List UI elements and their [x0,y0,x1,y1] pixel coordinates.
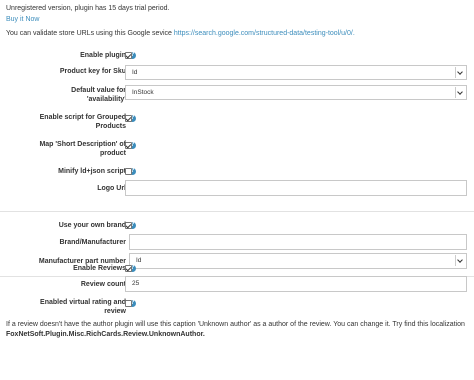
validate-link[interactable]: https://search.google.com/structured-dat… [174,30,355,37]
grouped-label-line1: Enable script for Grouped [39,114,126,121]
short-desc-label-line2: product [99,150,126,157]
virtual-rating-checkbox[interactable] [125,300,132,307]
minify-checkbox[interactable] [125,168,132,175]
footer-text: If a review doesn't have the author plug… [6,321,465,328]
short-desc-label-line1: Map 'Short Description' of [39,141,126,148]
author-caption-note: If a review doesn't have the author plug… [6,320,472,340]
grouped-label-line2: Products [95,123,126,130]
enable-grouped-checkbox[interactable] [125,115,132,122]
availability-label-line2: 'availability' [86,96,126,103]
footer-localization-key: FoxNetSoft.Plugin.Misc.RichCards.Review.… [6,331,205,338]
enable-reviews-label: Enable Reviews [73,265,126,272]
enable-plugin-checkbox[interactable] [125,52,132,59]
brand-manufacturer-label: Brand/Manufacturer [59,239,126,246]
product-key-value: Id [132,69,138,76]
row-virtual-rating: Enabled virtual rating and review ? [0,298,474,315]
virtual-rating-label-line1: Enabled virtual rating and [40,299,126,306]
row-enable-grouped: Enable script for Grouped Products ? [0,112,474,130]
availability-label-line1: Default value for [71,87,126,94]
map-short-desc-checkbox[interactable] [125,142,132,149]
validate-text: You can validate store URLs using this G… [6,30,172,37]
own-brand-label: Use your own brand [58,222,126,229]
buy-now-link[interactable]: Buy it Now [6,16,39,23]
review-count-label: Review count [80,281,126,288]
row-enable-plugin: Enable plugin ? [0,49,474,65]
chevron-down-icon [455,87,465,98]
logo-url-input[interactable] [125,180,467,196]
product-key-select[interactable]: Id [125,65,467,80]
enable-reviews-checkbox[interactable] [125,265,132,272]
trial-notice: Unregistered version, plugin has 15 days… [6,5,170,12]
row-map-short-desc: Map 'Short Description' of product ? [0,139,474,157]
chevron-down-icon [455,67,465,78]
logo-url-label: Logo Url [97,185,126,192]
product-key-label: Product key for Sku [59,68,126,75]
availability-select[interactable]: InStock [125,85,467,100]
brand-manufacturer-input[interactable] [129,234,467,250]
section-divider [0,211,474,212]
availability-value: InStock [132,89,154,96]
virtual-rating-label-line2: review [104,308,126,315]
minify-label: Minify ld+json script [58,168,126,175]
review-count-input[interactable]: 25 [125,276,467,292]
enable-plugin-label: Enable plugin [80,52,126,59]
own-brand-checkbox[interactable] [125,222,132,229]
validate-info: You can validate store URLs using this G… [6,30,355,37]
